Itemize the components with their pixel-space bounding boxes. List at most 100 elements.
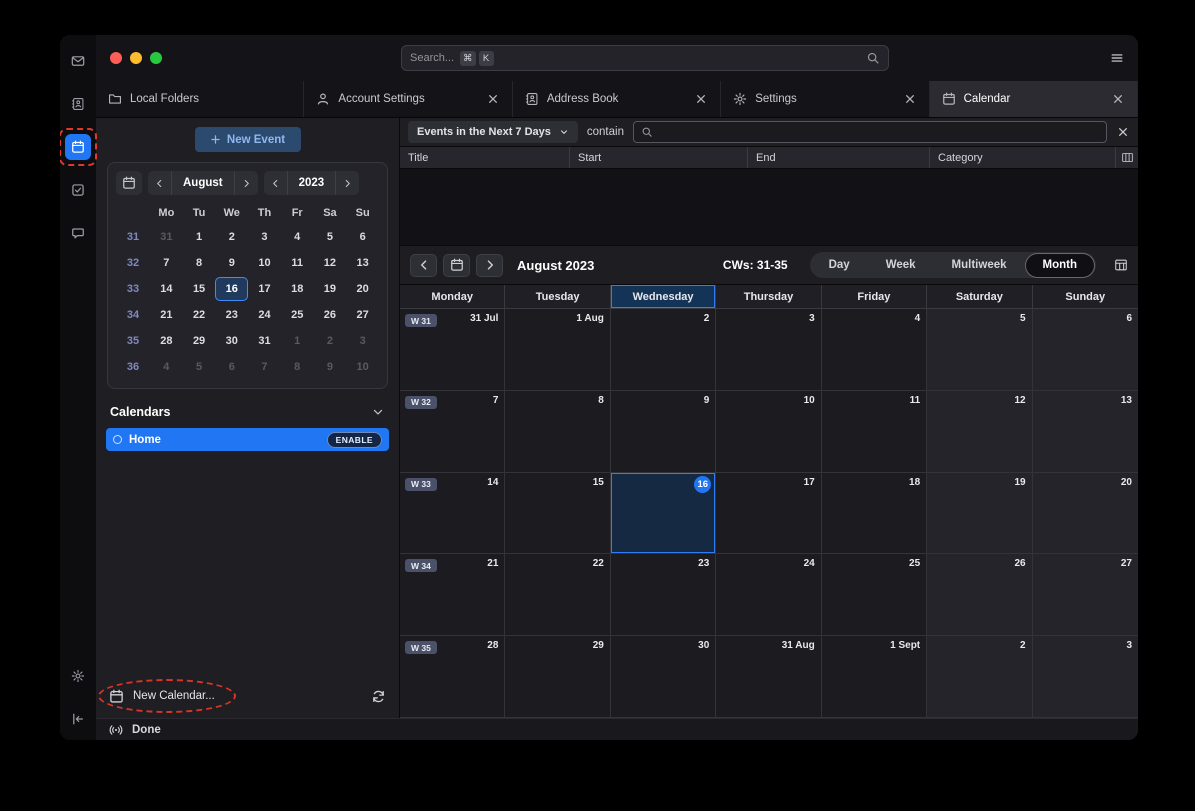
month-cell[interactable]: 13	[1033, 391, 1138, 473]
mini-day[interactable]: 12	[314, 251, 347, 275]
rail-item-chat[interactable]	[65, 220, 91, 246]
tab-close-icon[interactable]	[694, 92, 708, 106]
mini-day[interactable]: 21	[150, 303, 183, 327]
mini-day[interactable]: 15	[183, 277, 216, 301]
mini-day[interactable]: 20	[346, 277, 379, 301]
rail-item-mail[interactable]	[65, 48, 91, 74]
mini-day[interactable]: 10	[248, 251, 281, 275]
app-menu-button[interactable]	[1110, 51, 1124, 65]
mini-day[interactable]: 4	[150, 355, 183, 379]
month-cell[interactable]: 9	[611, 391, 716, 473]
month-cell[interactable]: 5	[927, 309, 1032, 391]
mini-day[interactable]: 6	[346, 225, 379, 249]
tab-close-icon[interactable]	[486, 92, 500, 106]
new-calendar-button[interactable]: New Calendar...	[133, 690, 215, 702]
mini-day[interactable]: 4	[281, 225, 314, 249]
tab-close-icon[interactable]	[1111, 92, 1125, 106]
month-cell[interactable]: 18	[822, 473, 927, 555]
month-cell[interactable]: 29	[505, 636, 610, 718]
mini-day[interactable]: 31	[248, 329, 281, 353]
tab-address-book[interactable]: Address Book	[513, 81, 721, 117]
new-event-button[interactable]: New Event	[195, 127, 301, 152]
tab-close-icon[interactable]	[903, 92, 917, 106]
mini-day[interactable]: 11	[281, 251, 314, 275]
event-search-input[interactable]	[633, 121, 1107, 143]
today-button[interactable]	[443, 254, 470, 277]
month-cell[interactable]: W 3131 Jul	[400, 309, 505, 391]
column-header-title[interactable]: Title	[400, 147, 570, 168]
month-cell[interactable]: 20	[1033, 473, 1138, 555]
month-cell[interactable]: 24	[716, 554, 821, 636]
calendar-layout-icon[interactable]	[1114, 258, 1128, 272]
column-header-end[interactable]: End	[748, 147, 930, 168]
mini-day[interactable]: 8	[183, 251, 216, 275]
mini-day[interactable]: 2	[314, 329, 347, 353]
mini-day[interactable]: 2	[215, 225, 248, 249]
view-week-button[interactable]: Week	[868, 252, 934, 278]
minimize-window-button[interactable]	[130, 52, 142, 64]
view-day-button[interactable]: Day	[811, 252, 868, 278]
month-cell[interactable]: 4	[822, 309, 927, 391]
month-cell[interactable]: 22	[505, 554, 610, 636]
rail-item-collapse[interactable]	[65, 706, 91, 732]
column-picker-button[interactable]	[1116, 147, 1138, 168]
month-cell[interactable]: 27	[1033, 554, 1138, 636]
month-cell[interactable]: 2	[611, 309, 716, 391]
mini-day[interactable]: 27	[346, 303, 379, 327]
mini-day[interactable]: 10	[346, 355, 379, 379]
next-month-button[interactable]	[235, 171, 258, 195]
month-cell[interactable]: W 3421	[400, 554, 505, 636]
view-month-button[interactable]: Month	[1025, 253, 1095, 278]
calendar-list-item[interactable]: HomeENABLE	[106, 428, 389, 451]
mini-day[interactable]: 8	[281, 355, 314, 379]
month-cell[interactable]: W 3314	[400, 473, 505, 555]
tab-account-settings[interactable]: Account Settings	[304, 81, 512, 117]
next-year-button[interactable]	[336, 171, 359, 195]
tab-local-folders[interactable]: Local Folders	[96, 81, 304, 117]
mini-day[interactable]: 3	[346, 329, 379, 353]
close-window-button[interactable]	[110, 52, 122, 64]
mini-day[interactable]: 3	[248, 225, 281, 249]
view-multiweek-button[interactable]: Multiweek	[934, 252, 1025, 278]
mini-day[interactable]: 18	[281, 277, 314, 301]
month-cell[interactable]: 15	[505, 473, 610, 555]
mini-day[interactable]: 25	[281, 303, 314, 327]
mini-day[interactable]: 9	[215, 251, 248, 275]
mini-day[interactable]: 16	[215, 277, 248, 301]
mini-day[interactable]: 14	[150, 277, 183, 301]
previous-month-button[interactable]	[148, 171, 171, 195]
month-cell[interactable]: 25	[822, 554, 927, 636]
month-cell[interactable]: 17	[716, 473, 821, 555]
calendars-section-header[interactable]: Calendars	[96, 389, 399, 428]
mini-day[interactable]: 6	[215, 355, 248, 379]
mini-day[interactable]: 19	[314, 277, 347, 301]
global-search-input[interactable]: Search... ⌘K	[401, 45, 889, 71]
month-cell[interactable]: 6	[1033, 309, 1138, 391]
month-cell[interactable]: 16	[611, 473, 716, 555]
mini-day[interactable]: 9	[314, 355, 347, 379]
month-cell[interactable]: 8	[505, 391, 610, 473]
mini-day[interactable]: 24	[248, 303, 281, 327]
mini-day[interactable]: 23	[215, 303, 248, 327]
month-cell[interactable]: 10	[716, 391, 821, 473]
column-header-category[interactable]: Category	[930, 147, 1116, 168]
mini-day[interactable]: 5	[183, 355, 216, 379]
zoom-window-button[interactable]	[150, 52, 162, 64]
sync-icon[interactable]	[371, 689, 386, 704]
month-cell[interactable]: 11	[822, 391, 927, 473]
month-cell[interactable]: 31 Aug	[716, 636, 821, 718]
mini-day[interactable]: 29	[183, 329, 216, 353]
rail-item-tasks[interactable]	[65, 177, 91, 203]
column-header-start[interactable]: Start	[570, 147, 748, 168]
close-filter-icon[interactable]	[1116, 125, 1130, 139]
tab-settings[interactable]: Settings	[721, 81, 929, 117]
month-cell[interactable]: 2	[927, 636, 1032, 718]
next-period-button[interactable]	[476, 254, 503, 277]
rail-item-address-book[interactable]	[65, 91, 91, 117]
mini-day[interactable]: 26	[314, 303, 347, 327]
rail-item-calendar[interactable]	[65, 134, 91, 160]
mini-day[interactable]: 17	[248, 277, 281, 301]
mini-day[interactable]: 1	[183, 225, 216, 249]
month-cell[interactable]: 3	[716, 309, 821, 391]
mini-day[interactable]: 7	[150, 251, 183, 275]
